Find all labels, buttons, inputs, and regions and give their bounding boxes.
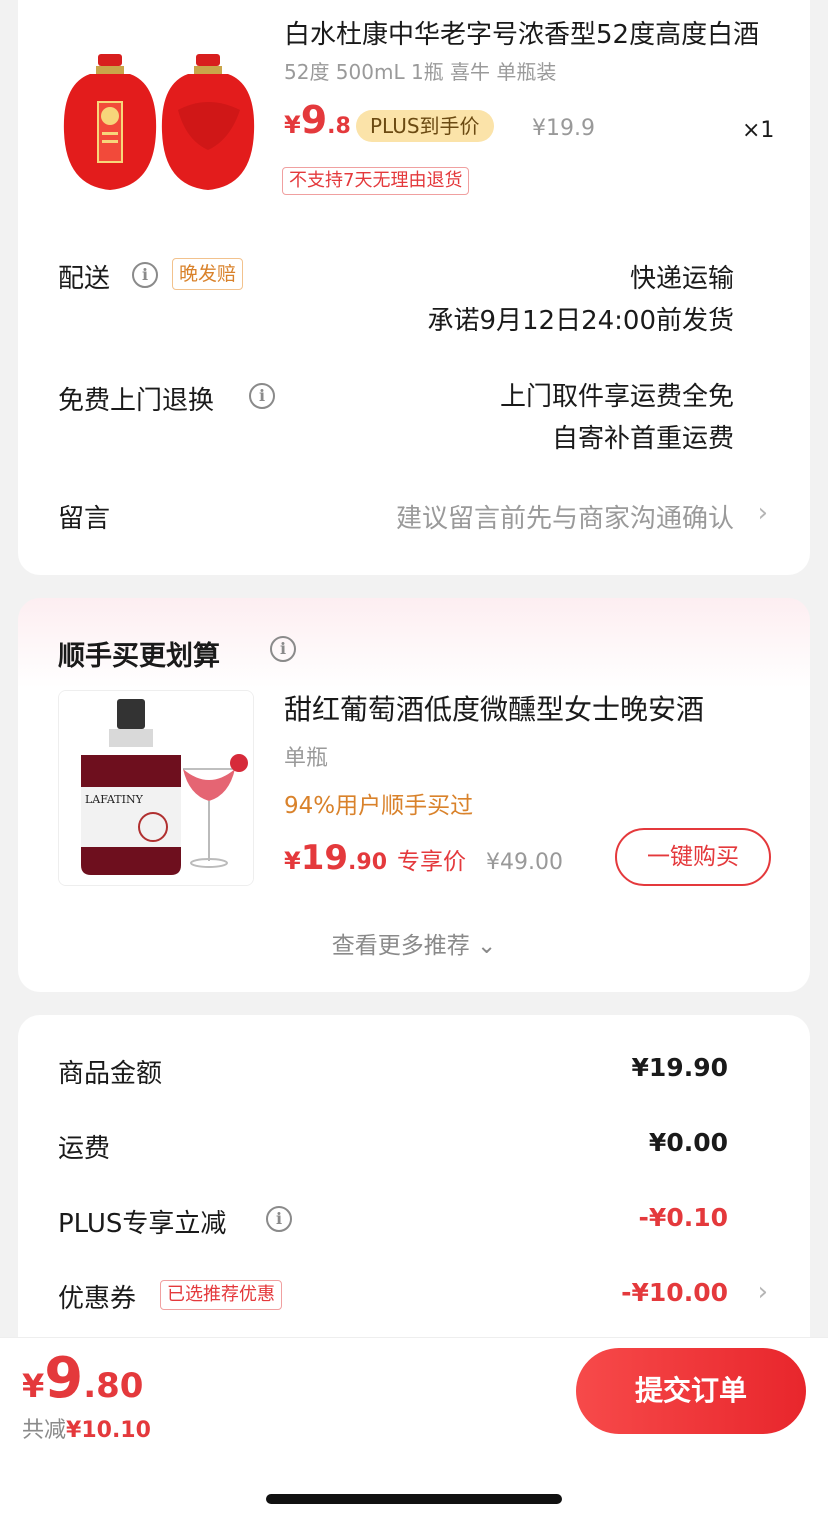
exchange-pickup-text: 上门取件享运费全免 xyxy=(499,382,734,412)
addon-bought-ratio: 94%用户顺手买过 xyxy=(284,793,474,819)
goods-amount-value: ¥19.90 xyxy=(631,1053,728,1082)
plus-discount-label: PLUS专享立减 xyxy=(58,1209,227,1239)
addon-section-title: 顺手买更划算 xyxy=(58,641,220,672)
plus-price-badge: PLUS到手价 xyxy=(356,110,494,142)
svg-text:LAFATINY: LAFATINY xyxy=(85,793,144,806)
info-icon[interactable]: i xyxy=(266,1206,292,1232)
goods-amount-label: 商品金额 xyxy=(58,1059,163,1089)
delivery-method: 快递运输 xyxy=(629,264,734,294)
home-indicator[interactable] xyxy=(266,1494,562,1504)
coupon-label: 优惠券 xyxy=(58,1284,137,1314)
delivery-promise: 承诺9月12日24:00前发货 xyxy=(427,306,734,336)
total-integer: 9 xyxy=(44,1346,84,1411)
order-card: 白水杜康中华老字号浓香型52度高度白酒 52度 500mL 1瓶 喜牛 单瓶装 … xyxy=(18,0,810,575)
total-currency: ¥ xyxy=(22,1367,45,1405)
saved-value: ¥10.10 xyxy=(66,1418,151,1443)
chevron-right-icon[interactable]: › xyxy=(758,498,768,528)
original-price: ¥19.9 xyxy=(532,116,595,141)
addon-product-name[interactable]: 甜红葡萄酒低度微醺型女士晚安酒 xyxy=(284,688,704,728)
info-icon[interactable]: i xyxy=(132,262,158,288)
submit-order-button[interactable]: 提交订单 xyxy=(576,1348,806,1434)
addon-recommendation-card: 顺手买更划算 i LAFATINY 甜红葡萄酒低度微醺型女士晚安酒 单瓶 94%… xyxy=(18,598,810,992)
addon-product-image[interactable]: LAFATINY xyxy=(58,690,254,886)
info-icon[interactable]: i xyxy=(270,636,296,662)
product-price: ¥ 9 .8 xyxy=(284,98,351,142)
addon-product-spec: 单瓶 xyxy=(284,746,329,771)
addon-original-price: ¥49.00 xyxy=(486,850,563,875)
addon-price-decimal: .90 xyxy=(348,850,388,875)
safe-area xyxy=(0,1447,828,1523)
one-click-buy-button[interactable]: 一键购买 xyxy=(615,828,771,886)
price-integer: 9 xyxy=(300,98,328,142)
coupon-selected-badge: 已选推荐优惠 xyxy=(160,1280,282,1310)
info-icon[interactable]: i xyxy=(249,383,275,409)
shipping-label: 运费 xyxy=(58,1134,111,1164)
view-more-recommendations-link[interactable]: 查看更多推荐 ⌄ xyxy=(18,926,810,960)
price-currency: ¥ xyxy=(284,111,301,139)
chevron-right-icon[interactable]: › xyxy=(758,1277,768,1307)
addon-price-integer: 19 xyxy=(300,838,349,878)
addon-exclusive-label: 专享价 xyxy=(397,849,467,875)
addon-price-currency: ¥ xyxy=(284,847,301,875)
exchange-self-send-text: 自寄补首重运费 xyxy=(551,424,734,454)
message-label: 留言 xyxy=(58,504,111,534)
message-input[interactable]: 建议留言前先与商家沟通确认 xyxy=(396,498,734,535)
addon-price: ¥ 19 .90 专享价 ¥49.00 xyxy=(284,838,563,886)
product-spec: 52度 500mL 1瓶 喜牛 单瓶装 xyxy=(284,60,557,84)
product-title[interactable]: 白水杜康中华老字号浓香型52度高度白酒 xyxy=(284,14,774,51)
exchange-label: 免费上门退换 xyxy=(58,386,215,416)
return-policy-badge: 不支持7天无理由退货 xyxy=(282,167,470,195)
total-price: ¥ 9 .80 xyxy=(22,1346,143,1411)
shipping-value: ¥0.00 xyxy=(648,1128,728,1157)
quantity: ×1 xyxy=(742,118,775,143)
product-image[interactable] xyxy=(60,40,260,198)
total-saved: 共减¥10.10 xyxy=(22,1412,151,1444)
saved-label: 共减 xyxy=(22,1418,67,1443)
coupon-value[interactable]: -¥10.00 xyxy=(621,1278,728,1307)
checkout-bar: ¥ 9 .80 共减¥10.10 提交订单 xyxy=(0,1337,828,1447)
total-decimal: .80 xyxy=(83,1366,144,1406)
delivery-label: 配送 xyxy=(58,264,111,294)
price-decimal: .8 xyxy=(327,114,351,139)
price-summary-card: 商品金额 ¥19.90 运费 ¥0.00 PLUS专享立减 i -¥0.10 优… xyxy=(18,1015,810,1375)
plus-discount-value: -¥0.10 xyxy=(638,1203,728,1232)
late-delivery-compensation-badge: 晚发赔 xyxy=(172,258,244,290)
